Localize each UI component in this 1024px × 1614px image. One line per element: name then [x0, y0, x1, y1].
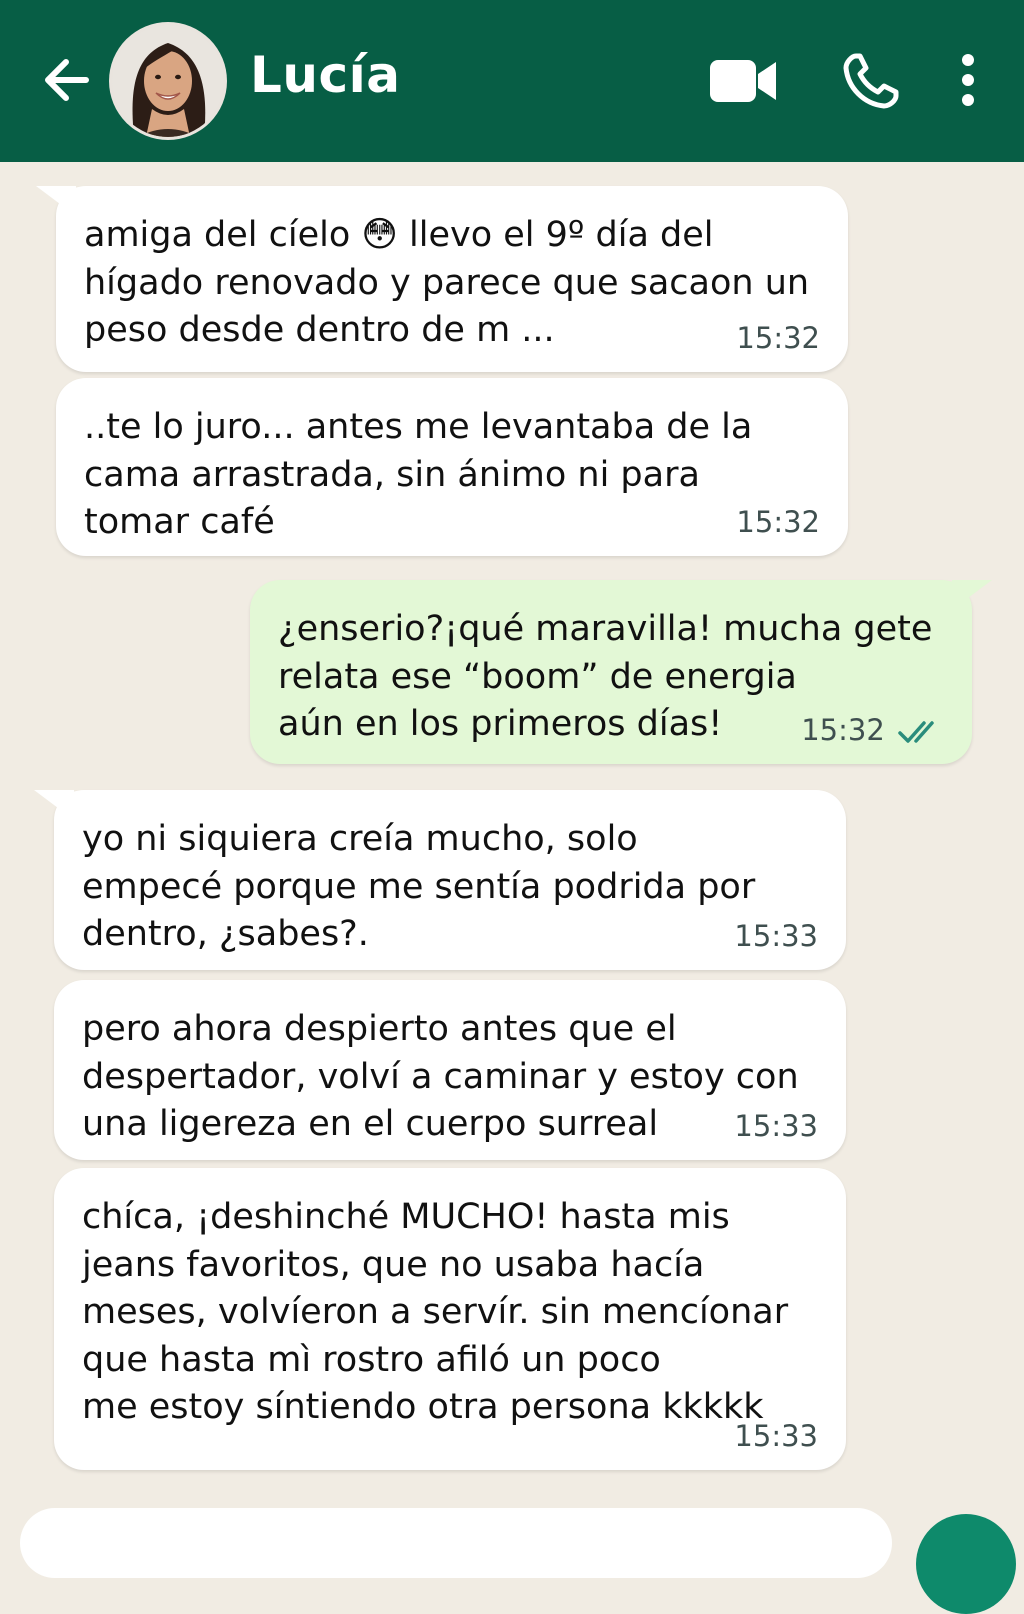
bubble-tail	[952, 580, 992, 610]
phone-icon[interactable]	[842, 52, 900, 110]
back-arrow-icon[interactable]	[38, 52, 94, 108]
double-check-icon	[898, 720, 934, 743]
message-text: ..te lo juro... antes me levantaba de la…	[84, 407, 753, 542]
chat-header: Lucía	[0, 0, 1024, 162]
message-time: 15:33	[734, 918, 818, 953]
message-input-field[interactable]	[20, 1508, 892, 1578]
message-bubble-incoming[interactable]: pero ahora despierto antes que el desper…	[54, 980, 846, 1160]
mic-button[interactable]	[916, 1514, 1016, 1614]
avatar[interactable]	[112, 25, 224, 137]
message-time: 15:32	[736, 504, 820, 539]
bubble-tail	[34, 790, 74, 820]
message-text: pero ahora despierto antes que el desper…	[82, 1009, 799, 1144]
message-bubble-incoming[interactable]: ..te lo juro... antes me levantaba de la…	[56, 378, 848, 556]
message-bubble-incoming[interactable]: chíca, ¡deshinché MUCHO! hasta mis jeans…	[54, 1168, 846, 1470]
message-time: 15:32	[801, 712, 885, 747]
message-text: yo ni siquiera creía mucho, solo empecé …	[82, 819, 756, 954]
message-time: 15:33	[734, 1108, 818, 1143]
video-call-icon[interactable]	[708, 56, 778, 106]
more-vert-icon[interactable]	[950, 52, 986, 108]
message-bubble-outgoing[interactable]: ¿enserio?¡qué maravilla! mucha gete rela…	[250, 580, 992, 764]
message-time-status: 15:32	[801, 707, 942, 755]
message-text: amiga del cíelo 😳 llevo el 9º día del hí…	[84, 215, 810, 350]
bubble-tail	[36, 186, 76, 216]
message-text: chíca, ¡deshinché MUCHO! hasta mis jeans…	[82, 1197, 789, 1427]
message-bubble-incoming[interactable]: amiga del cíelo 😳 llevo el 9º día del hí…	[36, 186, 848, 372]
message-time: 15:32	[736, 320, 820, 355]
contact-name[interactable]: Lucía	[250, 46, 400, 104]
message-time: 15:33	[734, 1418, 818, 1453]
message-bubble-incoming[interactable]: yo ni siquiera creía mucho, solo empecé …	[34, 790, 846, 970]
avatar-portrait-icon	[112, 25, 224, 137]
